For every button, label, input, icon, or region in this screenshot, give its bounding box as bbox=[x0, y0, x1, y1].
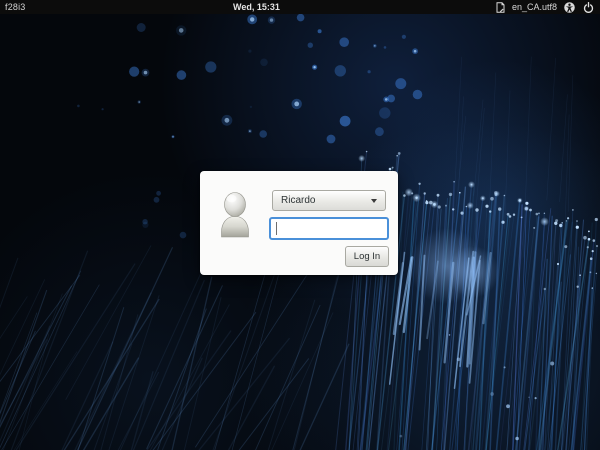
chevron-down-icon bbox=[371, 199, 377, 203]
clock[interactable]: Wed, 15:31 bbox=[233, 0, 280, 14]
locale-indicator[interactable]: en_CA.utf8 bbox=[512, 0, 557, 14]
password-input[interactable] bbox=[269, 217, 389, 240]
user-avatar-icon bbox=[216, 191, 254, 238]
accessibility-icon[interactable] bbox=[564, 2, 575, 13]
keyboard-layout-icon[interactable] bbox=[495, 2, 506, 13]
user-select-value: Ricardo bbox=[281, 195, 315, 206]
password-field-wrap bbox=[269, 217, 389, 240]
hostname-label: f28i3 bbox=[5, 0, 26, 14]
top-bar: f28i3 Wed, 15:31 en_CA.utf8 bbox=[0, 0, 600, 14]
text-caret bbox=[276, 222, 277, 235]
login-button[interactable]: Log In bbox=[345, 246, 389, 267]
power-icon[interactable] bbox=[583, 2, 594, 13]
login-dialog: Ricardo Log In bbox=[200, 171, 398, 275]
user-select[interactable]: Ricardo bbox=[272, 190, 386, 211]
